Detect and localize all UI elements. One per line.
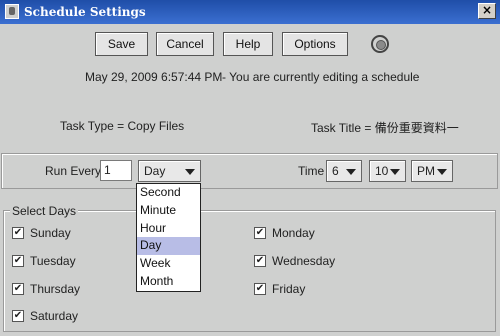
checkbox-checked-icon[interactable]: ✔: [12, 255, 24, 267]
cancel-button[interactable]: Cancel: [156, 32, 214, 56]
ampm-select-value: PM: [417, 164, 435, 178]
minute-select[interactable]: 10: [369, 160, 406, 182]
time-label: Time: [298, 164, 325, 178]
day-label: Sunday: [30, 226, 71, 240]
unit-select[interactable]: Day: [138, 160, 201, 182]
dropdown-option-day[interactable]: Day: [137, 237, 200, 256]
dropdown-option-minute[interactable]: Minute: [137, 202, 200, 220]
help-button[interactable]: Help: [223, 32, 273, 56]
timestamp: May 29, 2009 6:57:44 PM: [85, 70, 223, 84]
unit-select-value: Day: [144, 164, 166, 178]
hour-select-value: 6: [332, 164, 339, 178]
checkbox-checked-icon[interactable]: ✔: [254, 227, 266, 239]
checkbox-checked-icon[interactable]: ✔: [12, 283, 24, 295]
run-every-label: Run Every: [45, 164, 102, 178]
settings-icon[interactable]: [371, 35, 389, 53]
day-label: Monday: [272, 226, 315, 240]
chevron-down-icon: [185, 169, 195, 175]
day-label: Saturday: [30, 309, 79, 323]
close-button[interactable]: ×: [478, 3, 496, 19]
checkbox-checked-icon[interactable]: ✔: [12, 227, 24, 239]
editing-status: - You are currently editing a schedule: [222, 70, 420, 84]
day-wednesday[interactable]: ✔ Wednesday: [254, 254, 335, 268]
interval-input[interactable]: 1: [100, 160, 132, 181]
title-bar: Schedule Settings ×: [0, 0, 500, 24]
checkbox-checked-icon[interactable]: ✔: [254, 255, 266, 267]
hour-select[interactable]: 6: [326, 160, 362, 182]
chevron-down-icon: [346, 169, 356, 175]
ampm-select[interactable]: PM: [411, 160, 453, 182]
day-tuesday[interactable]: ✔ Tuesday: [12, 254, 76, 268]
day-thursday[interactable]: ✔ Thursday: [12, 282, 80, 296]
day-sunday[interactable]: ✔ Sunday: [12, 226, 71, 240]
window-title: Schedule Settings: [24, 5, 146, 19]
save-button[interactable]: Save: [95, 32, 148, 56]
dropdown-option-week[interactable]: Week: [137, 255, 200, 273]
day-friday[interactable]: ✔ Friday: [254, 282, 305, 296]
checkbox-checked-icon[interactable]: ✔: [12, 310, 24, 322]
chevron-down-icon: [437, 169, 447, 175]
task-title: Task Title = 備份重要資料一: [311, 121, 459, 135]
unit-dropdown-list: Second Minute Hour Day Week Month: [136, 183, 201, 292]
day-monday[interactable]: ✔ Monday: [254, 226, 315, 240]
chevron-down-icon: [390, 169, 400, 175]
day-label: Tuesday: [30, 254, 76, 268]
checkbox-checked-icon[interactable]: ✔: [254, 283, 266, 295]
select-days-legend: Select Days: [10, 204, 79, 218]
task-type: Task Type = Copy Files: [60, 119, 185, 133]
day-saturday[interactable]: ✔ Saturday: [12, 309, 78, 323]
day-label: Thursday: [30, 282, 81, 296]
day-label: Friday: [272, 282, 306, 296]
minute-select-value: 10: [375, 164, 389, 178]
dropdown-option-month[interactable]: Month: [137, 273, 200, 291]
dropdown-option-second[interactable]: Second: [137, 184, 200, 202]
app-icon: [5, 4, 19, 19]
schedule-settings-window: Schedule Settings × Save Cancel Help Opt…: [0, 0, 500, 336]
options-button[interactable]: Options: [282, 32, 348, 56]
day-label: Wednesday: [272, 254, 336, 268]
dropdown-option-hour[interactable]: Hour: [137, 220, 200, 238]
